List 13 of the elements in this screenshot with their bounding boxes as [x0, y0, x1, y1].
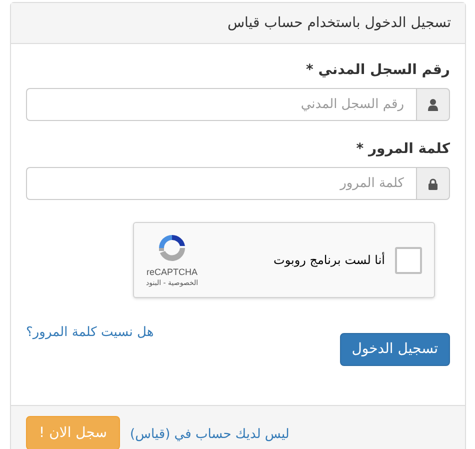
input-field[interactable]: كلمة المرور	[26, 167, 416, 200]
user-icon	[428, 98, 438, 110]
captcha-brand: reCAPTCHA	[146, 266, 198, 278]
captcha-label: أنا لست برنامج روبوت	[274, 251, 385, 269]
forgot-password-link[interactable]: هل نسيت كلمة المرور؟	[26, 323, 154, 342]
input-field[interactable]: رقم السجل المدني	[26, 88, 416, 121]
captcha-checkbox[interactable]	[395, 246, 422, 274]
footer-text: ليس لديك حساب في (قياس)	[130, 426, 290, 444]
login-button[interactable]: تسجيل الدخول	[340, 333, 450, 366]
field-label: كلمة المرور *	[355, 140, 450, 159]
lock-icon	[428, 178, 438, 190]
field-label: رقم السجل المدني *	[305, 61, 450, 80]
panel-header: تسجيل الدخول باستخدام حساب قياس	[11, 3, 465, 44]
